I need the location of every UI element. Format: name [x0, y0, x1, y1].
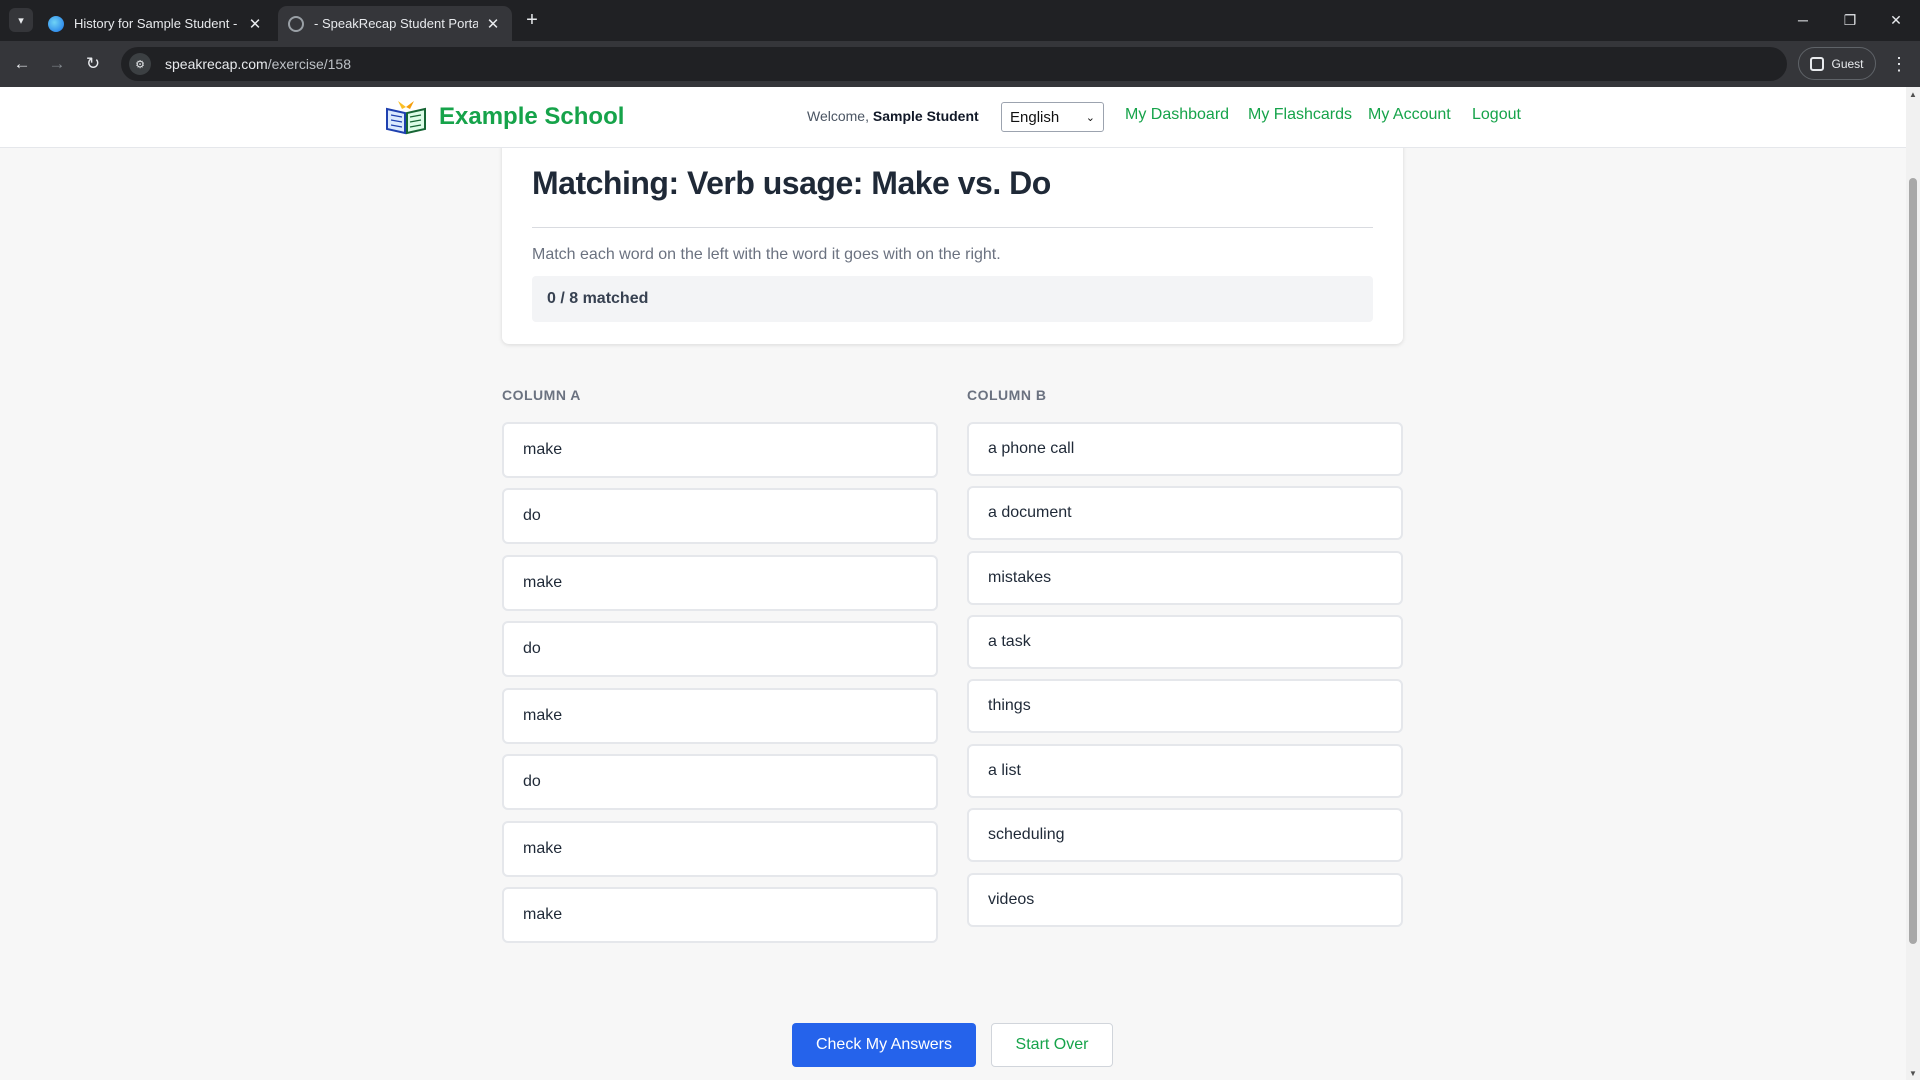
browser-tab-portal[interactable]: - SpeakRecap Student Portal ✕	[278, 6, 512, 41]
column-b-item[interactable]: mistakes	[967, 551, 1403, 605]
minimize-icon[interactable]: ─	[1791, 8, 1815, 32]
column-b-item[interactable]: videos	[967, 873, 1403, 927]
profile-icon	[1810, 56, 1825, 71]
more-menu-icon[interactable]: ⋮	[1889, 52, 1909, 76]
scrollbar-thumb[interactable]	[1909, 178, 1917, 944]
nav-my-flashcards[interactable]: My Flashcards	[1248, 106, 1352, 124]
column-a-item[interactable]: make	[502, 422, 938, 478]
user-name: Sample Student	[872, 108, 979, 124]
page-title: Matching: Verb usage: Make vs. Do	[532, 165, 1051, 201]
column-a-item[interactable]: make	[502, 821, 938, 877]
column-b-heading: COLUMN B	[967, 387, 1047, 403]
page-viewport: Matching: Verb usage: Make vs. Do Match …	[0, 87, 1906, 1080]
brand-name[interactable]: Example School	[439, 103, 624, 131]
browser-toolbar: ← → ↻ ⚙ speakrecap.com/exercise/158 Gues…	[0, 41, 1920, 87]
site-favicon-icon	[48, 15, 64, 32]
back-icon[interactable]: ←	[10, 52, 34, 76]
tab-title: - SpeakRecap Student Portal	[314, 16, 478, 31]
address-bar[interactable]: ⚙ speakrecap.com/exercise/158	[121, 47, 1787, 81]
column-a-item[interactable]: do	[502, 754, 938, 810]
profile-button[interactable]: Guest	[1798, 47, 1876, 80]
divider	[532, 227, 1373, 228]
window-close-icon[interactable]: ✕	[1884, 8, 1908, 32]
instructions: Match each word on the left with the wor…	[532, 246, 1001, 263]
close-icon[interactable]: ✕	[246, 15, 264, 33]
reload-icon[interactable]: ↻	[81, 52, 105, 76]
column-a-item[interactable]: make	[502, 688, 938, 744]
scroll-up-icon[interactable]: ▲	[1906, 87, 1920, 101]
start-over-button[interactable]: Start Over	[991, 1023, 1113, 1067]
new-tab-icon[interactable]: +	[520, 8, 544, 32]
tab-title: History for Sample Student - SpeakRecap	[74, 16, 240, 31]
scroll-down-icon[interactable]: ▼	[1906, 1066, 1920, 1080]
column-a-item[interactable]: do	[502, 488, 938, 544]
page-scrollbar[interactable]: ▲ ▼	[1906, 87, 1920, 1080]
column-a-item[interactable]: do	[502, 621, 938, 677]
url-text[interactable]: speakrecap.com/exercise/158	[165, 56, 351, 72]
browser-tab-history[interactable]: History for Sample Student - SpeakRecap …	[38, 6, 274, 41]
close-icon[interactable]: ✕	[484, 15, 502, 33]
column-b-item[interactable]: a document	[967, 486, 1403, 540]
column-a-item[interactable]: make	[502, 555, 938, 611]
column-b-item[interactable]: scheduling	[967, 808, 1403, 862]
column-b-item[interactable]: a task	[967, 615, 1403, 669]
site-info-icon[interactable]: ⚙	[129, 53, 151, 75]
progress-indicator: 0 / 8 matched	[532, 276, 1373, 322]
column-b-item[interactable]: a phone call	[967, 422, 1403, 476]
welcome-message: Welcome, Sample Student	[807, 108, 979, 124]
column-b-item[interactable]: a list	[967, 744, 1403, 798]
restore-icon[interactable]: ❐	[1838, 8, 1862, 32]
nav-my-dashboard[interactable]: My Dashboard	[1125, 106, 1229, 124]
chevron-down-icon: ⌄	[1085, 111, 1095, 124]
nav-my-account[interactable]: My Account	[1368, 106, 1451, 124]
site-header: Example School Welcome, Sample Student E…	[0, 87, 1906, 148]
forward-icon[interactable]: →	[45, 52, 69, 76]
check-answers-button[interactable]: Check My Answers	[792, 1023, 976, 1067]
tab-search-icon[interactable]: ▾	[9, 8, 33, 32]
column-a-heading: COLUMN A	[502, 387, 581, 403]
column-b-item[interactable]: things	[967, 679, 1403, 733]
globe-icon	[288, 15, 304, 32]
browser-tab-strip: ▾ History for Sample Student - SpeakReca…	[0, 0, 1920, 41]
profile-label: Guest	[1831, 56, 1864, 71]
language-select[interactable]: English ⌄	[1001, 102, 1104, 132]
column-a-item[interactable]: make	[502, 887, 938, 943]
nav-logout[interactable]: Logout	[1472, 106, 1521, 124]
school-logo-icon	[386, 101, 426, 135]
